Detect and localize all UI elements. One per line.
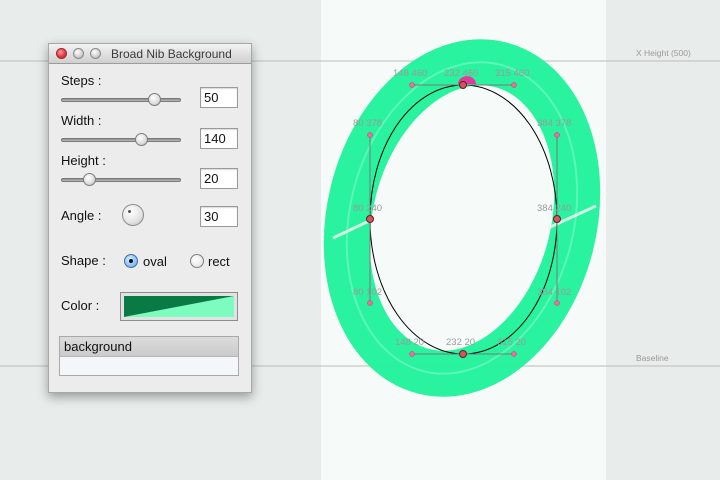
steps-slider-knob[interactable] bbox=[147, 93, 161, 106]
color-well[interactable] bbox=[120, 292, 238, 321]
coord-label: 148 20 bbox=[395, 337, 424, 348]
height-label: Height : bbox=[61, 153, 106, 168]
angle-dial[interactable] bbox=[122, 204, 144, 226]
width-label: Width : bbox=[61, 113, 102, 128]
broad-nib-panel[interactable]: Broad Nib Background Steps : 50 Width : … bbox=[48, 43, 252, 393]
coord-label: 80 240 bbox=[353, 203, 382, 214]
width-slider[interactable] bbox=[61, 133, 181, 146]
handle-point-left-lower[interactable] bbox=[367, 300, 373, 306]
width-field[interactable]: 140 bbox=[200, 128, 238, 149]
coord-label: 232 20 bbox=[446, 337, 475, 348]
shape-label: Shape : bbox=[61, 253, 106, 268]
shape-oval-label[interactable]: oval bbox=[143, 254, 167, 269]
height-field[interactable]: 20 bbox=[200, 168, 238, 189]
panel-titlebar[interactable]: Broad Nib Background bbox=[49, 44, 251, 64]
panel-title: Broad Nib Background bbox=[111, 47, 232, 61]
shape-rect-radio[interactable] bbox=[190, 254, 204, 268]
coord-label: 384 240 bbox=[537, 203, 571, 214]
steps-slider[interactable] bbox=[61, 93, 181, 106]
coord-label: 232 460 bbox=[444, 68, 478, 79]
coord-label: 315 20 bbox=[497, 337, 526, 348]
handle-point-right-upper[interactable] bbox=[554, 132, 560, 138]
coord-label: 148 460 bbox=[393, 68, 427, 79]
steps-field[interactable]: 50 bbox=[200, 87, 238, 108]
width-slider-knob[interactable] bbox=[134, 133, 148, 146]
angle-label: Angle : bbox=[61, 208, 102, 223]
coord-label: 315 460 bbox=[495, 68, 529, 79]
angle-field[interactable]: 30 bbox=[200, 206, 238, 227]
layer-row-background[interactable]: background bbox=[60, 337, 238, 357]
shape-rect-label[interactable]: rect bbox=[208, 254, 230, 269]
minimize-window-button[interactable] bbox=[73, 48, 84, 59]
handle-point-right-lower[interactable] bbox=[554, 300, 560, 306]
coord-label: 384 102 bbox=[537, 287, 571, 298]
color-gradient-swatch bbox=[124, 296, 234, 317]
handle-point-bottom-left[interactable] bbox=[409, 351, 415, 357]
zoom-window-button[interactable] bbox=[90, 48, 101, 59]
shape-oval-radio[interactable] bbox=[124, 254, 138, 268]
height-slider-knob[interactable] bbox=[83, 173, 97, 186]
layer-list[interactable]: background bbox=[59, 336, 239, 376]
coord-label: 80 378 bbox=[353, 118, 382, 129]
on-curve-point-bottom[interactable] bbox=[459, 350, 467, 358]
angle-indicator bbox=[128, 210, 131, 213]
on-curve-point-top[interactable] bbox=[459, 81, 467, 89]
handle-point-top-left[interactable] bbox=[409, 82, 415, 88]
close-window-button[interactable] bbox=[56, 48, 67, 59]
coord-label: 384 378 bbox=[537, 118, 571, 129]
handle-point-top-right[interactable] bbox=[511, 82, 517, 88]
height-slider[interactable] bbox=[61, 173, 181, 186]
baseline-label: Baseline bbox=[636, 353, 669, 363]
color-label: Color : bbox=[61, 298, 100, 313]
handle-point-bottom-right[interactable] bbox=[511, 351, 517, 357]
on-curve-point-left[interactable] bbox=[366, 215, 374, 223]
handle-point-left-upper[interactable] bbox=[367, 132, 373, 138]
coord-label: 80 102 bbox=[353, 287, 382, 298]
steps-label: Steps : bbox=[61, 73, 102, 88]
x-height-label: X Height (500) bbox=[636, 48, 691, 58]
on-curve-point-right[interactable] bbox=[553, 215, 561, 223]
